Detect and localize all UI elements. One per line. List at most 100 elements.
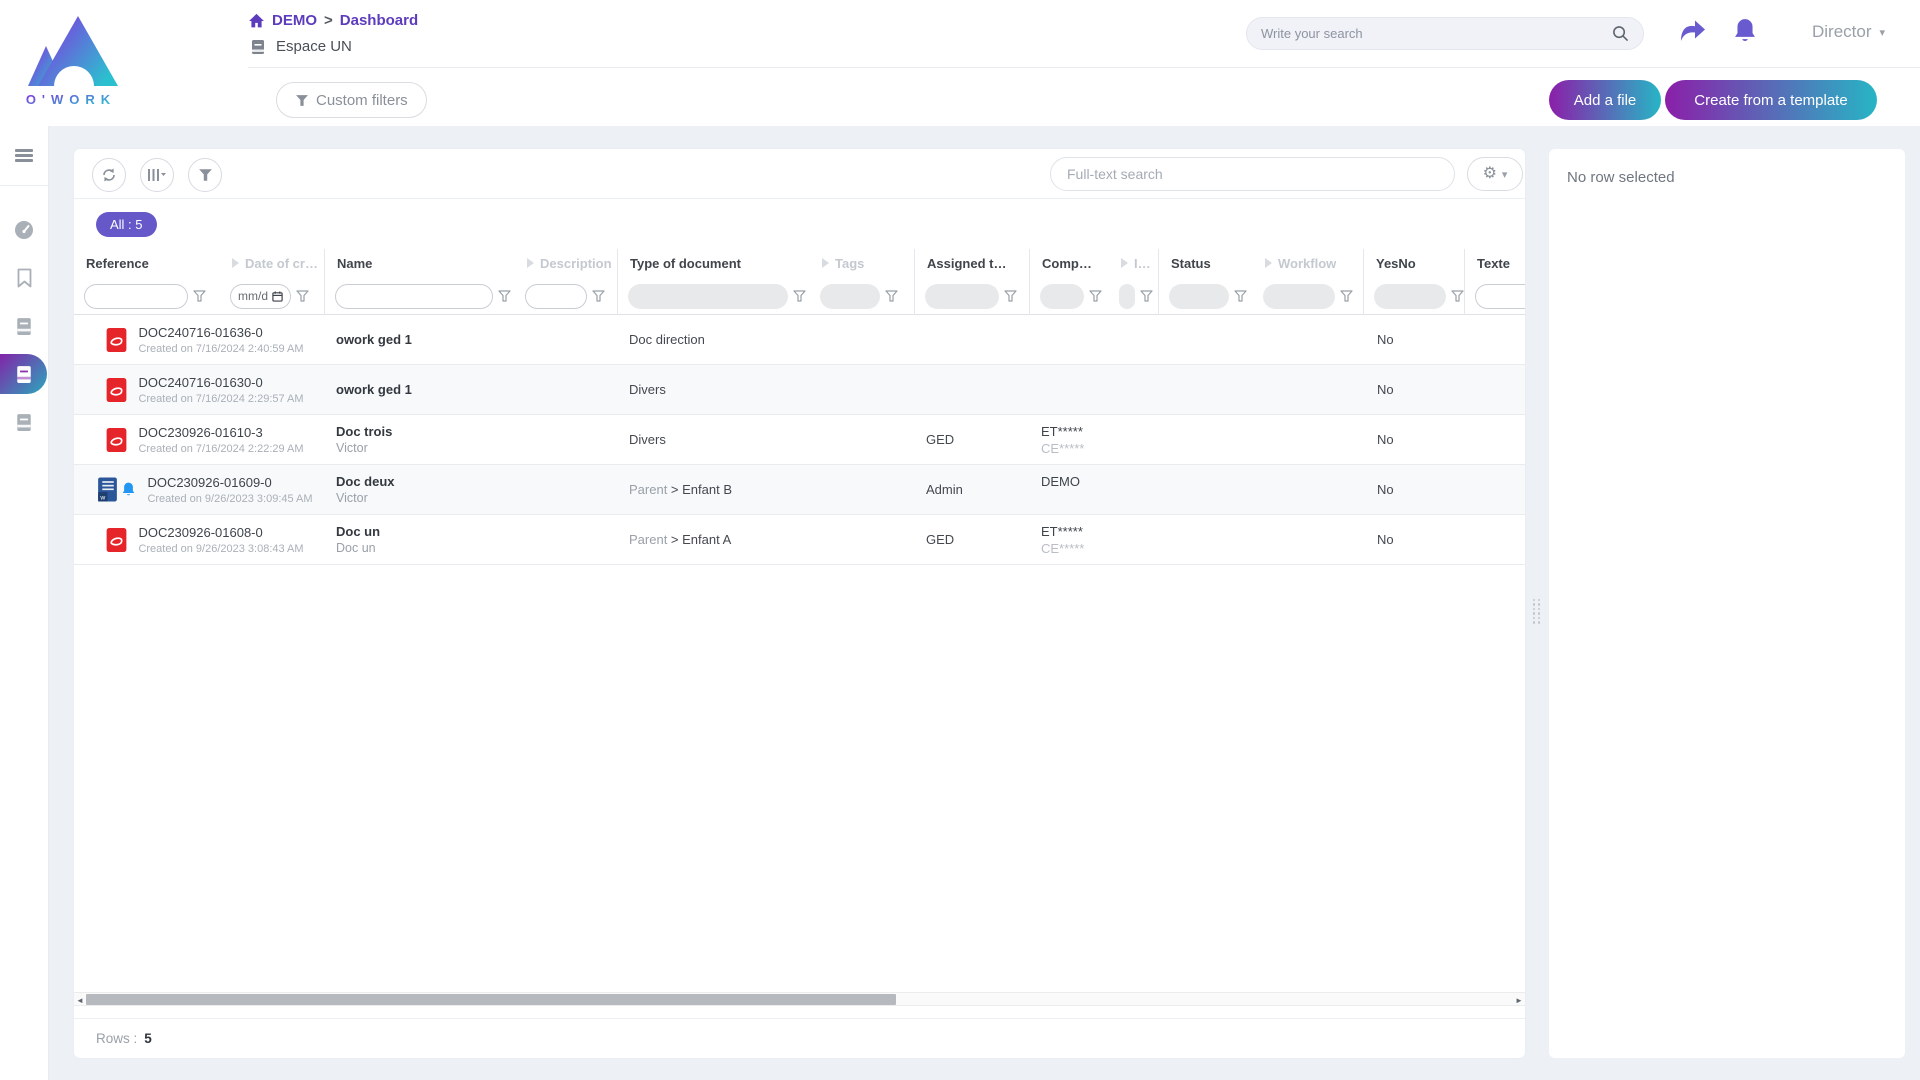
filter-icon[interactable] (1234, 290, 1247, 302)
custom-filters-button[interactable]: Custom filters (276, 82, 427, 118)
pdf-file-icon (106, 527, 127, 553)
search-icon[interactable] (1612, 25, 1629, 42)
document-type: Doc direction (629, 332, 705, 347)
assigned-to: GED (926, 432, 1029, 447)
column-header-date-of-creation[interactable]: Date of cr… (220, 249, 324, 277)
filter-icon[interactable] (793, 290, 806, 302)
table-row[interactable]: DOC240716-01630-0 Created on 7/16/2024 2… (74, 365, 1525, 415)
user-role-dropdown[interactable]: Director ▾ (1812, 22, 1885, 42)
document-type-prefix: Parent (629, 532, 671, 547)
filter-reference (74, 277, 220, 315)
table-row[interactable]: w DOC230926-01609-0 Created on 9/26/2023… (74, 465, 1525, 515)
column-arrow-icon (232, 258, 239, 268)
name-filter-input[interactable] (335, 284, 493, 309)
company-sub: CE***** (1041, 441, 1158, 456)
column-header-status[interactable]: Status (1158, 249, 1253, 277)
table-settings-button[interactable]: ⚙ ▾ (1467, 157, 1523, 191)
description-filter-input[interactable] (525, 284, 587, 309)
filter-icon[interactable] (1340, 290, 1353, 302)
table-row[interactable]: DOC230926-01610-3 Created on 7/16/2024 2… (74, 415, 1525, 465)
yesno-filter-disabled[interactable] (1374, 284, 1446, 309)
notification-bell-icon (121, 481, 136, 498)
column-arrow-icon (822, 258, 829, 268)
filter-icon[interactable] (592, 290, 605, 302)
workflow-filter-disabled[interactable] (1263, 284, 1335, 309)
filter-icon (198, 168, 213, 182)
horizontal-scrollbar[interactable]: ◄ ► (74, 992, 1525, 1006)
date-filter-input[interactable]: mm/d (230, 284, 291, 309)
sidebar-item-documents-active[interactable] (0, 354, 47, 394)
document-reference: DOC240716-01636-0 (138, 325, 303, 340)
document-type: Divers (629, 382, 666, 397)
column-header-assigned-to[interactable]: Assigned t… (914, 249, 1029, 277)
calendar-icon[interactable] (272, 291, 283, 302)
texte-filter-input[interactable] (1475, 284, 1525, 309)
column-header-name[interactable]: Name (324, 249, 515, 277)
filter-icon[interactable] (1004, 290, 1017, 302)
column-header-workflow[interactable]: Workflow (1253, 249, 1363, 277)
detail-panel: No row selected (1549, 149, 1905, 1058)
document-created-date: Created on 7/16/2024 2:22:29 AM (138, 443, 303, 455)
assigned-to: Admin (926, 482, 1029, 497)
filter-icon[interactable] (885, 290, 898, 302)
refresh-button[interactable] (92, 158, 126, 192)
menu-icon (15, 147, 33, 165)
document-created-date: Created on 7/16/2024 2:29:57 AM (138, 393, 303, 405)
sidebar-item-library-2[interactable] (0, 402, 48, 442)
filter-icon[interactable] (193, 290, 206, 302)
breadcrumb-root[interactable]: DEMO (272, 12, 317, 29)
filters-button[interactable] (188, 158, 222, 192)
columns-button[interactable] (140, 158, 174, 192)
sidebar-item-library-1[interactable] (0, 306, 48, 346)
filter-icon[interactable] (296, 290, 309, 302)
dashboard-gauge-icon (14, 220, 34, 240)
column-header-type-of-document[interactable]: Type of document (617, 249, 810, 277)
filter-icon[interactable] (1451, 290, 1464, 302)
fulltext-search-input[interactable] (1067, 166, 1438, 182)
sidebar-item-dashboard[interactable] (0, 210, 48, 250)
status-filter-disabled[interactable] (1169, 284, 1229, 309)
column-header-yesno[interactable]: YesNo (1363, 249, 1464, 277)
sidebar-toggle-button[interactable] (0, 126, 48, 186)
create-from-template-button[interactable]: Create from a template (1665, 80, 1877, 120)
yesno-value: No (1377, 532, 1464, 547)
share-icon[interactable] (1678, 18, 1708, 46)
column-header-description[interactable]: Description (515, 249, 617, 277)
company-sub: CE***** (1041, 541, 1158, 556)
scrollbar-thumb[interactable] (86, 994, 896, 1005)
chevron-down-icon: ▾ (1502, 168, 1508, 181)
tags-filter-disabled[interactable] (820, 284, 880, 309)
table-row[interactable]: DOC230926-01608-0 Created on 9/26/2023 3… (74, 515, 1525, 565)
company-filter-disabled[interactable] (1040, 284, 1084, 309)
app-logo[interactable]: O'WORK (16, 8, 126, 118)
table-row[interactable]: DOC240716-01636-0 Created on 7/16/2024 2… (74, 315, 1525, 365)
document-name-sub: Doc un (336, 541, 617, 555)
filter-name (324, 277, 515, 315)
notifications-bell-icon[interactable] (1732, 17, 1758, 45)
scroll-right-arrow-icon[interactable]: ► (1513, 994, 1525, 1006)
global-search-input[interactable] (1261, 26, 1612, 41)
column-header-texte[interactable]: Texte (1464, 249, 1525, 277)
home-icon[interactable] (248, 13, 265, 29)
document-name: Doc deux (336, 474, 617, 489)
yesno-value: No (1377, 382, 1464, 397)
column-header-company[interactable]: Comp… (1029, 249, 1109, 277)
column-header-i[interactable]: I… (1109, 249, 1158, 277)
filter-icon[interactable] (498, 290, 511, 302)
assigned-filter-disabled[interactable] (925, 284, 999, 309)
column-header-reference[interactable]: Reference (74, 249, 220, 277)
sidebar-item-bookmarks[interactable] (0, 258, 48, 298)
all-rows-badge[interactable]: All : 5 (96, 212, 157, 237)
filter-tags (810, 277, 914, 315)
column-header-tags[interactable]: Tags (810, 249, 914, 277)
panel-resize-handle[interactable] (1532, 592, 1541, 630)
reference-filter-input[interactable] (84, 284, 188, 309)
document-type-prefix: Parent (629, 482, 671, 497)
type-filter-disabled[interactable] (628, 284, 788, 309)
add-file-button[interactable]: Add a file (1549, 80, 1661, 120)
scroll-left-arrow-icon[interactable]: ◄ (74, 994, 86, 1006)
filter-icon[interactable] (1089, 290, 1102, 302)
filter-icon[interactable] (1140, 290, 1153, 302)
i-filter-disabled[interactable] (1119, 284, 1135, 309)
breadcrumb-current[interactable]: Dashboard (340, 12, 418, 29)
